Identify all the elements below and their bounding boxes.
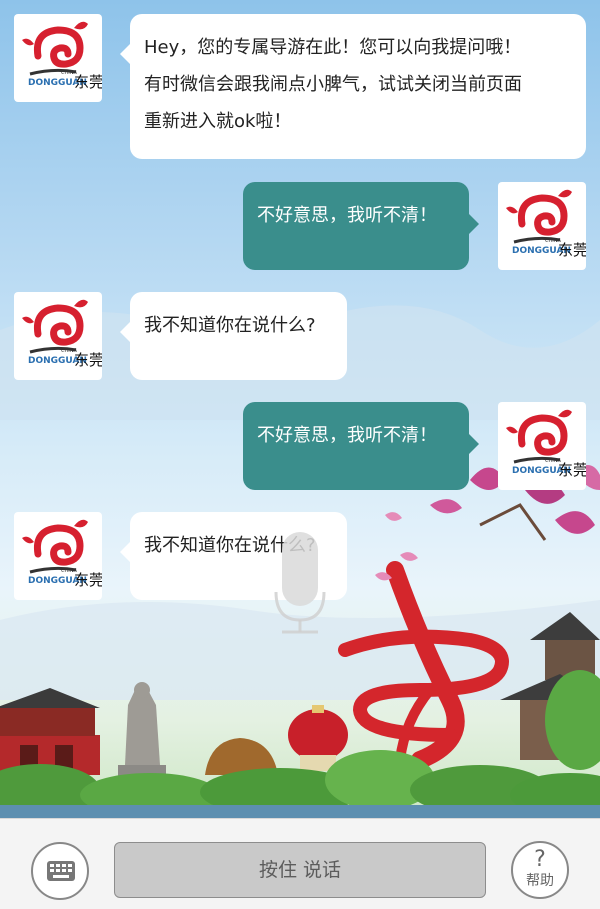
svg-text:东莞: 东莞	[74, 351, 102, 369]
dongguan-logo-icon: CHINA DONGGUAN 东莞	[506, 409, 586, 479]
svg-text:东莞: 东莞	[74, 571, 102, 589]
chat-bubble-user: 不好意思，我听不清！	[243, 182, 479, 270]
help-button[interactable]: ? 帮助	[511, 841, 569, 899]
message-text: 不好意思，我听不清！	[257, 205, 437, 226]
guide-avatar[interactable]: CHINA DONGGUAN 东莞	[14, 512, 102, 600]
message-text: 重新进入就ok啦！	[144, 111, 292, 132]
help-icon: ?	[534, 847, 546, 872]
message-text: Hey，您的专属导游在此！您可以向我提问哦！	[144, 37, 522, 58]
chat-bubble-user: 不好意思，我听不清！	[243, 402, 479, 490]
input-toolbar: 按住 说话 ? 帮助	[0, 818, 600, 909]
svg-text:东莞: 东莞	[558, 241, 586, 259]
user-avatar[interactable]: CHINA DONGGUAN 东莞	[498, 402, 586, 490]
svg-text:东莞: 东莞	[558, 461, 586, 479]
user-avatar[interactable]: CHINA DONGGUAN 东莞	[498, 182, 586, 270]
dongguan-logo-icon: CHINA DONGGUAN 东莞	[22, 519, 102, 589]
dongguan-logo-icon: CHINA DONGGUAN 东莞	[22, 299, 102, 369]
chat-bubble-bot: 我不知道你在说什么?	[120, 292, 347, 380]
guide-avatar[interactable]: CHINA DONGGUAN 东莞	[14, 14, 102, 102]
chat-bubble-bot: Hey，您的专属导游在此！您可以向我提问哦！ 有时微信会跟我闹点小脾气，试试关闭…	[120, 14, 586, 159]
dongguan-logo-icon: CHINA DONGGUAN 东莞	[506, 189, 586, 259]
chat-area[interactable]: CHINA DONGGUAN 东莞 Hey，您的专属导游在此！您可以向我提问哦！…	[0, 0, 600, 818]
message-text: 我不知道你在说什么?	[144, 315, 316, 336]
message-text: 有时微信会跟我闹点小脾气，试试关闭当前页面	[144, 74, 522, 95]
help-label: 帮助	[526, 873, 554, 889]
keyboard-toggle-button[interactable]	[31, 842, 89, 900]
guide-avatar[interactable]: CHINA DONGGUAN 东莞	[14, 292, 102, 380]
dongguan-logo-icon: CHINA DONGGUAN 东莞	[22, 21, 102, 91]
hold-to-talk-button[interactable]: 按住 说话	[114, 842, 486, 898]
svg-text:东莞: 东莞	[74, 73, 102, 91]
message-text: 不好意思，我听不清！	[257, 425, 437, 446]
keyboard-icon	[47, 861, 75, 881]
recording-microphone-icon	[270, 530, 330, 640]
